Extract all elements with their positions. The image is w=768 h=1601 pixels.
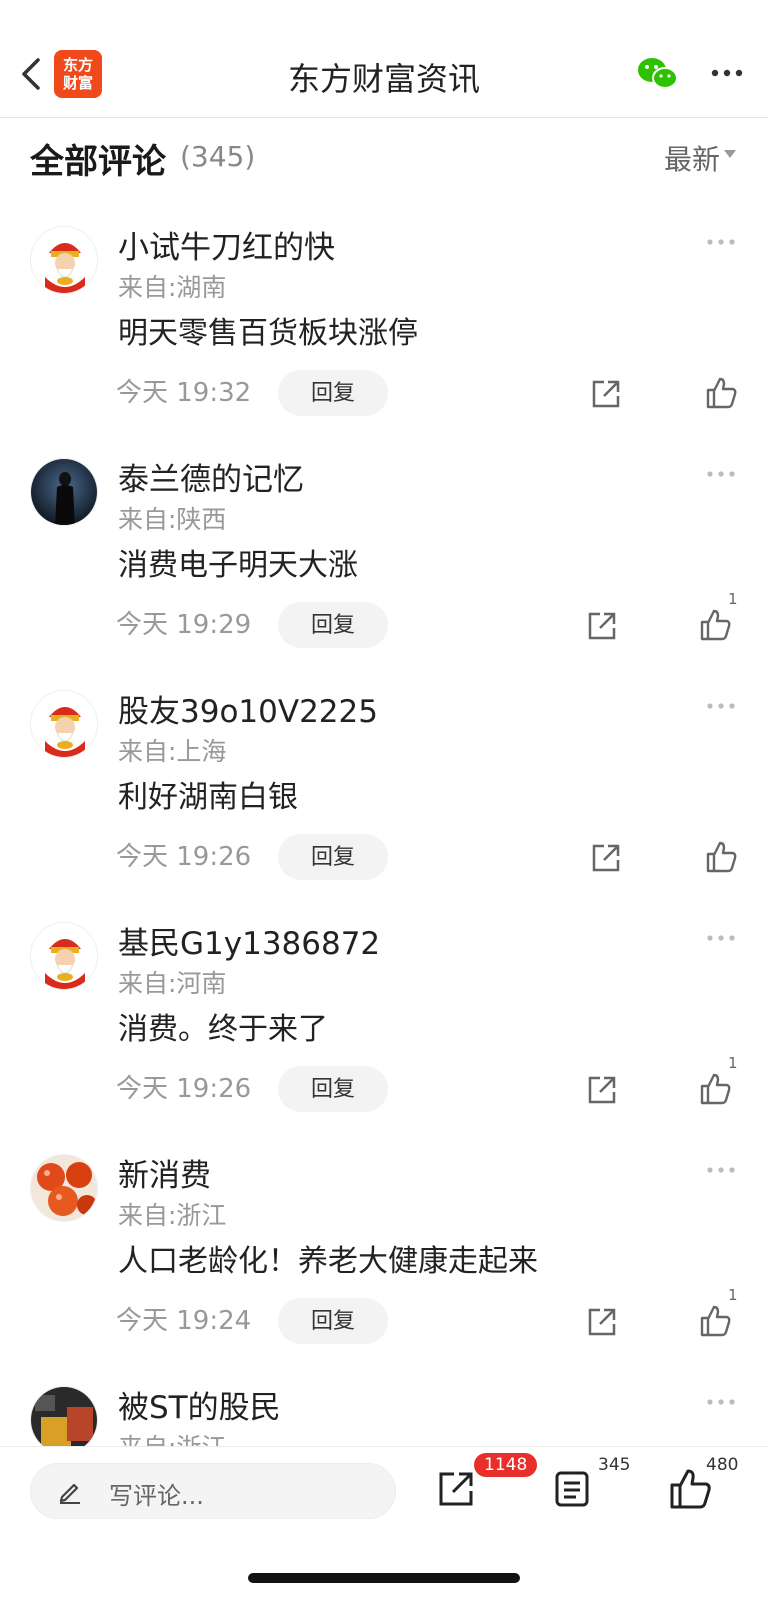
timestamp: 今天 19:32 (116, 378, 252, 408)
thumbs-up-icon[interactable] (698, 608, 732, 642)
wechat-icon[interactable] (636, 56, 680, 92)
avatar[interactable] (30, 1386, 98, 1446)
comments-count: (345) (180, 140, 256, 173)
comment-item: 基民G1y1386872 来自:河南 消费。终于来了 今天 19:26 回复 1 (0, 906, 768, 1138)
comment-text: 利好湖南白银 (118, 780, 298, 815)
comment-item: 泰兰德的记忆 来自:陕西 消费电子明天大涨 今天 19:29 回复 1 (0, 442, 768, 674)
fortune-god-avatar-icon (31, 227, 97, 293)
pencil-icon (59, 1483, 80, 1504)
location-label: 来自:浙江 (118, 1428, 226, 1446)
reply-button[interactable]: 回复 (278, 1066, 388, 1112)
location-label: 来自:河南 (118, 969, 227, 998)
thumbs-up-icon[interactable] (698, 1304, 732, 1338)
more-options-icon[interactable] (706, 238, 736, 246)
share-icon[interactable] (586, 1306, 618, 1338)
timestamp: 今天 19:29 (116, 610, 252, 640)
location-label: 来自:陕西 (118, 505, 227, 534)
username[interactable]: 小试牛刀红的快 (118, 222, 335, 267)
share-icon[interactable] (590, 842, 622, 874)
comment-text: 人口老龄化！养老大健康走起来 (118, 1244, 538, 1279)
avatar[interactable] (30, 690, 98, 758)
like-count: 1 (728, 1286, 738, 1304)
caret-down-icon[interactable] (724, 150, 736, 158)
comment-item: 股友39o10V2225 来自:上海 利好湖南白银 今天 19:26 回复 (0, 674, 768, 906)
reply-button[interactable]: 回复 (278, 834, 388, 880)
share-count-badge: 1148 (474, 1453, 538, 1477)
location-label: 来自:上海 (118, 737, 227, 766)
reply-button[interactable]: 回复 (278, 1298, 388, 1344)
comment-input-placeholder: 写评论... (109, 1482, 204, 1510)
more-icon[interactable] (710, 66, 744, 80)
share-icon[interactable] (436, 1469, 476, 1509)
username[interactable]: 泰兰德的记忆 (118, 454, 304, 499)
timestamp: 今天 19:26 (116, 1074, 252, 1104)
more-options-icon[interactable] (706, 934, 736, 942)
home-indicator (248, 1573, 520, 1583)
comment-item: 新消费 来自:浙江 人口老龄化！养老大健康走起来 今天 19:24 回复 1 (0, 1138, 768, 1370)
comment-text: 明天零售百货板块涨停 (118, 316, 418, 351)
more-options-icon[interactable] (706, 702, 736, 710)
more-options-icon[interactable] (706, 470, 736, 478)
dark-figure-avatar-icon (31, 459, 97, 525)
comments-title: 全部评论 (30, 142, 166, 182)
thumbs-up-icon[interactable] (704, 376, 738, 410)
reply-button[interactable]: 回复 (278, 370, 388, 416)
comment-item: 小试牛刀红的快 来自:湖南 明天零售百货板块涨停 今天 19:32 回复 (0, 210, 768, 442)
location-label: 来自:湖南 (118, 273, 227, 302)
avatar[interactable] (30, 226, 98, 294)
comment-input[interactable]: 写评论... (30, 1463, 396, 1519)
thumbs-up-icon[interactable] (698, 1072, 732, 1106)
share-icon[interactable] (590, 378, 622, 410)
username[interactable]: 股友39o10V2225 (118, 686, 378, 731)
comments-header: 全部评论 (345) 最新 (0, 120, 768, 192)
avatar[interactable] (30, 1154, 98, 1222)
avatar[interactable] (30, 922, 98, 990)
fortune-god-avatar-icon (31, 691, 97, 757)
like-count: 480 (706, 1455, 739, 1475)
more-options-icon[interactable] (706, 1398, 736, 1406)
bottom-action-bar: 写评论... 1148 345 480 (0, 1446, 768, 1601)
sort-dropdown[interactable]: 最新 (664, 138, 720, 178)
location-label: 来自:浙江 (118, 1201, 227, 1230)
share-icon[interactable] (586, 1074, 618, 1106)
top-nav-bar: 东方 财富 东方财富资讯 (0, 0, 768, 118)
thumbs-up-icon[interactable] (704, 840, 738, 874)
like-count: 1 (728, 1054, 738, 1072)
like-count: 1 (728, 590, 738, 608)
more-options-icon[interactable] (706, 1166, 736, 1174)
username[interactable]: 新消费 (118, 1150, 211, 1195)
comment-text: 消费。终于来了 (118, 1012, 328, 1047)
timestamp: 今天 19:26 (116, 842, 252, 872)
comment-count: 345 (598, 1455, 631, 1475)
photo-avatar-icon (31, 1387, 97, 1446)
comment-text: 消费电子明天大涨 (118, 548, 358, 583)
username[interactable]: 被ST的股民 (118, 1382, 281, 1427)
share-icon[interactable] (586, 610, 618, 642)
comments-icon[interactable] (552, 1469, 592, 1509)
tomatoes-avatar-icon (31, 1155, 97, 1221)
reply-button[interactable]: 回复 (278, 602, 388, 648)
fortune-god-avatar-icon (31, 923, 97, 989)
avatar[interactable] (30, 458, 98, 526)
comment-item: 被ST的股民 来自:浙江 (0, 1370, 768, 1446)
timestamp: 今天 19:24 (116, 1306, 252, 1336)
username[interactable]: 基民G1y1386872 (118, 918, 380, 963)
comment-list: 小试牛刀红的快 来自:湖南 明天零售百货板块涨停 今天 19:32 回复 泰兰德… (0, 210, 768, 1446)
